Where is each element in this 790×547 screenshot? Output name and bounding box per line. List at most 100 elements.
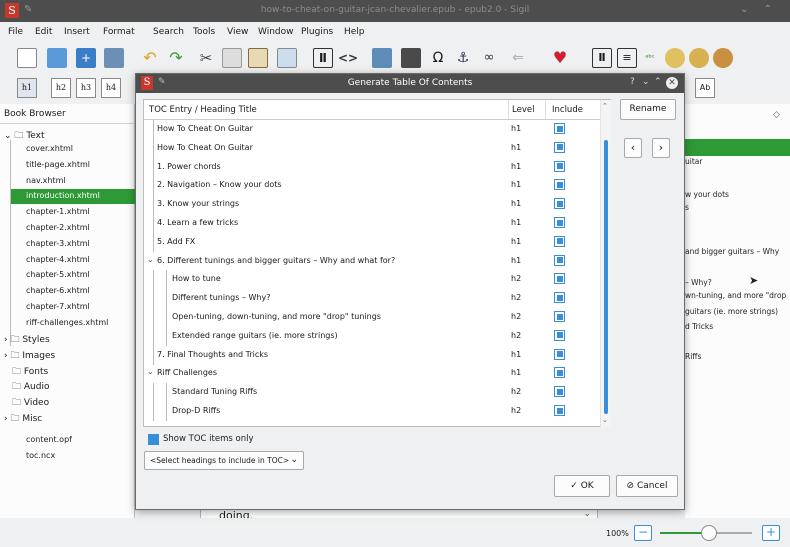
file-item-introduction-xhtml[interactable]: introduction.xhtml (11, 189, 135, 205)
menu-view[interactable]: View (227, 27, 248, 37)
metadata-icon[interactable]: Ⅱ (592, 48, 612, 68)
toc-entry-title[interactable]: Open-tuning, down-tuning, and more "drop… (172, 312, 381, 321)
folder-fonts[interactable]: 🗀 Fonts (4, 364, 48, 380)
toc-entry-title[interactable]: Different tunings – Why? (172, 293, 270, 302)
table-row[interactable]: ⌄ 6. Different tunings and bigger guitars… (144, 252, 600, 271)
include-checkbox[interactable] (554, 123, 565, 134)
menu-plugins[interactable]: Plugins (301, 27, 333, 37)
chevron-down-icon[interactable]: ⌄ (147, 367, 154, 376)
menu-help[interactable]: Help (344, 27, 365, 37)
column-header-entry[interactable]: TOC Entry / Heading Title (144, 100, 509, 120)
toc-entry-title[interactable]: How To Cheat On Guitar (157, 124, 253, 133)
file-item-chapter-4-xhtml[interactable]: chapter-4.xhtml (26, 255, 90, 264)
file-item-nav-xhtml[interactable]: nav.xhtml (26, 176, 66, 185)
include-checkbox[interactable] (554, 160, 565, 172)
folder-styles[interactable]: › 🗀 Styles (4, 332, 50, 348)
window-controls[interactable]: ⌄ ⌃ (740, 4, 778, 15)
table-row[interactable]: How To Cheat On Guitar h1 (144, 138, 600, 158)
table-scrollbar[interactable]: ⌃ ⌄ (600, 100, 611, 427)
open-folder-icon[interactable] (47, 48, 67, 68)
file-item-chapter-5-xhtml[interactable]: chapter-5.xhtml (26, 270, 90, 279)
heart-icon[interactable]: ♥ (550, 48, 570, 68)
cut-icon[interactable]: ✂ (196, 48, 216, 68)
file-item-title-page-xhtml[interactable]: title-page.xhtml (26, 160, 90, 169)
table-row[interactable]: 3. Know your strings h1 (144, 195, 600, 215)
toc-entry-title[interactable]: 6. Different tunings and bigger guitars … (157, 256, 395, 265)
move-left-button[interactable]: ‹ (624, 138, 642, 158)
folder-misc[interactable]: › 🗀 Misc (4, 411, 42, 427)
code-view-icon[interactable]: <> (338, 48, 358, 68)
heading-h4-button[interactable]: h4 (101, 78, 121, 98)
menu-edit[interactable]: Edit (35, 27, 52, 37)
toc-entry-title[interactable]: Drop-D Riffs (172, 406, 220, 415)
column-header-level[interactable]: Level (509, 100, 546, 120)
toc-panel-line[interactable]: Riffs (685, 352, 701, 361)
menu-tools[interactable]: Tools (193, 27, 215, 37)
include-checkbox[interactable] (554, 329, 565, 341)
column-header-include[interactable]: Include (546, 100, 600, 120)
table-row[interactable]: Open-tuning, down-tuning, and more "drop… (144, 308, 600, 327)
redo-icon[interactable]: ↷ (166, 48, 186, 68)
toc-entry-title[interactable]: 1. Power chords (157, 162, 221, 171)
toc-entry-title[interactable]: Riff Challenges (157, 368, 217, 377)
table-row[interactable]: 7. Final Thoughts and Tricks h1 (144, 345, 600, 365)
rename-button[interactable]: Rename (620, 99, 676, 120)
file-item-chapter-6-xhtml[interactable]: chapter-6.xhtml (26, 286, 90, 295)
file-item-chapter-1-xhtml[interactable]: chapter-1.xhtml (26, 207, 90, 216)
ab-button[interactable]: Ab (695, 78, 715, 98)
table-row[interactable]: 4. Learn a few tricks h1 (144, 214, 600, 233)
include-checkbox[interactable] (554, 141, 565, 153)
toc-icon[interactable]: ≡ (617, 48, 637, 68)
toc-panel-line[interactable]: wn-tuning, and more "drop (685, 291, 786, 300)
anchor-icon[interactable]: ⚓ (453, 48, 473, 68)
zoom-slider-handle[interactable] (701, 525, 717, 541)
copy-icon[interactable] (222, 48, 242, 68)
table-row[interactable]: 2. Navigation – Know your dots h1 (144, 176, 600, 196)
toc-panel-line[interactable]: guitars (ie. more strings) (685, 307, 778, 316)
menu-file[interactable]: File (8, 27, 23, 37)
menu-window[interactable]: Window (258, 27, 294, 37)
table-row[interactable]: Extended range guitars (ie. more strings… (144, 326, 600, 346)
table-row[interactable]: How to tune h2 (144, 270, 600, 290)
include-checkbox[interactable] (554, 292, 565, 304)
include-checkbox[interactable] (554, 348, 565, 360)
toc-panel-line[interactable]: s (685, 203, 689, 212)
plugin-2-icon[interactable] (689, 48, 709, 68)
book-view-icon[interactable]: Ⅱ (313, 48, 333, 68)
menu-search[interactable]: Search (153, 27, 184, 37)
toc-entry-title[interactable]: How to tune (172, 274, 221, 283)
toc-entry-title[interactable]: 4. Learn a few tricks (157, 218, 238, 227)
toc-selected-row[interactable] (685, 139, 790, 156)
spellcheck-icon[interactable]: ᵃᵇᶜ (640, 48, 660, 68)
zoom-out-button[interactable]: − (634, 525, 652, 541)
plugin-1-icon[interactable] (665, 48, 685, 68)
include-checkbox[interactable] (554, 254, 565, 266)
include-checkbox[interactable] (554, 179, 565, 191)
toc-panel-line[interactable]: w your dots (685, 190, 729, 199)
add-file-icon[interactable]: + (76, 48, 96, 68)
file-item-chapter-2-xhtml[interactable]: chapter-2.xhtml (26, 223, 90, 232)
save-icon[interactable] (104, 48, 124, 68)
toc-entry-title[interactable]: 3. Know your strings (157, 199, 239, 208)
folder-video[interactable]: 🗀 Video (4, 395, 49, 411)
toc-entry-title[interactable]: Extended range guitars (ie. more strings… (172, 331, 338, 340)
file-item-toc-ncx[interactable]: toc.ncx (26, 451, 55, 460)
split-icon[interactable] (372, 48, 392, 68)
minimize-icon[interactable]: ⌄ (642, 77, 650, 87)
toc-panel-line[interactable]: d Tricks (685, 322, 713, 331)
move-right-button[interactable]: › (652, 138, 670, 158)
panel-float-icon[interactable]: ◇ (773, 110, 780, 120)
include-checkbox[interactable] (554, 405, 565, 416)
toc-entry-title[interactable]: 2. Navigation – Know your dots (157, 180, 282, 189)
cancel-button[interactable]: ⊘ Cancel (616, 475, 678, 497)
heading-h3-button[interactable]: h3 (76, 78, 96, 98)
toc-entry-title[interactable]: Standard Tuning Riffs (172, 387, 257, 396)
file-item-content-opf[interactable]: content.opf (26, 435, 72, 444)
back-arrow-icon[interactable]: ⇐ (508, 48, 528, 68)
include-checkbox[interactable] (554, 386, 565, 398)
ok-button[interactable]: ✓ OK (554, 475, 610, 497)
select-headings-dropdown[interactable]: <Select headings to include in TOC> ⌄ (144, 451, 304, 470)
file-item-chapter-7-xhtml[interactable]: chapter-7.xhtml (26, 302, 90, 311)
undo-icon[interactable]: ↶ (140, 48, 160, 68)
table-row[interactable]: Drop-D Riffs h2 (144, 402, 600, 421)
